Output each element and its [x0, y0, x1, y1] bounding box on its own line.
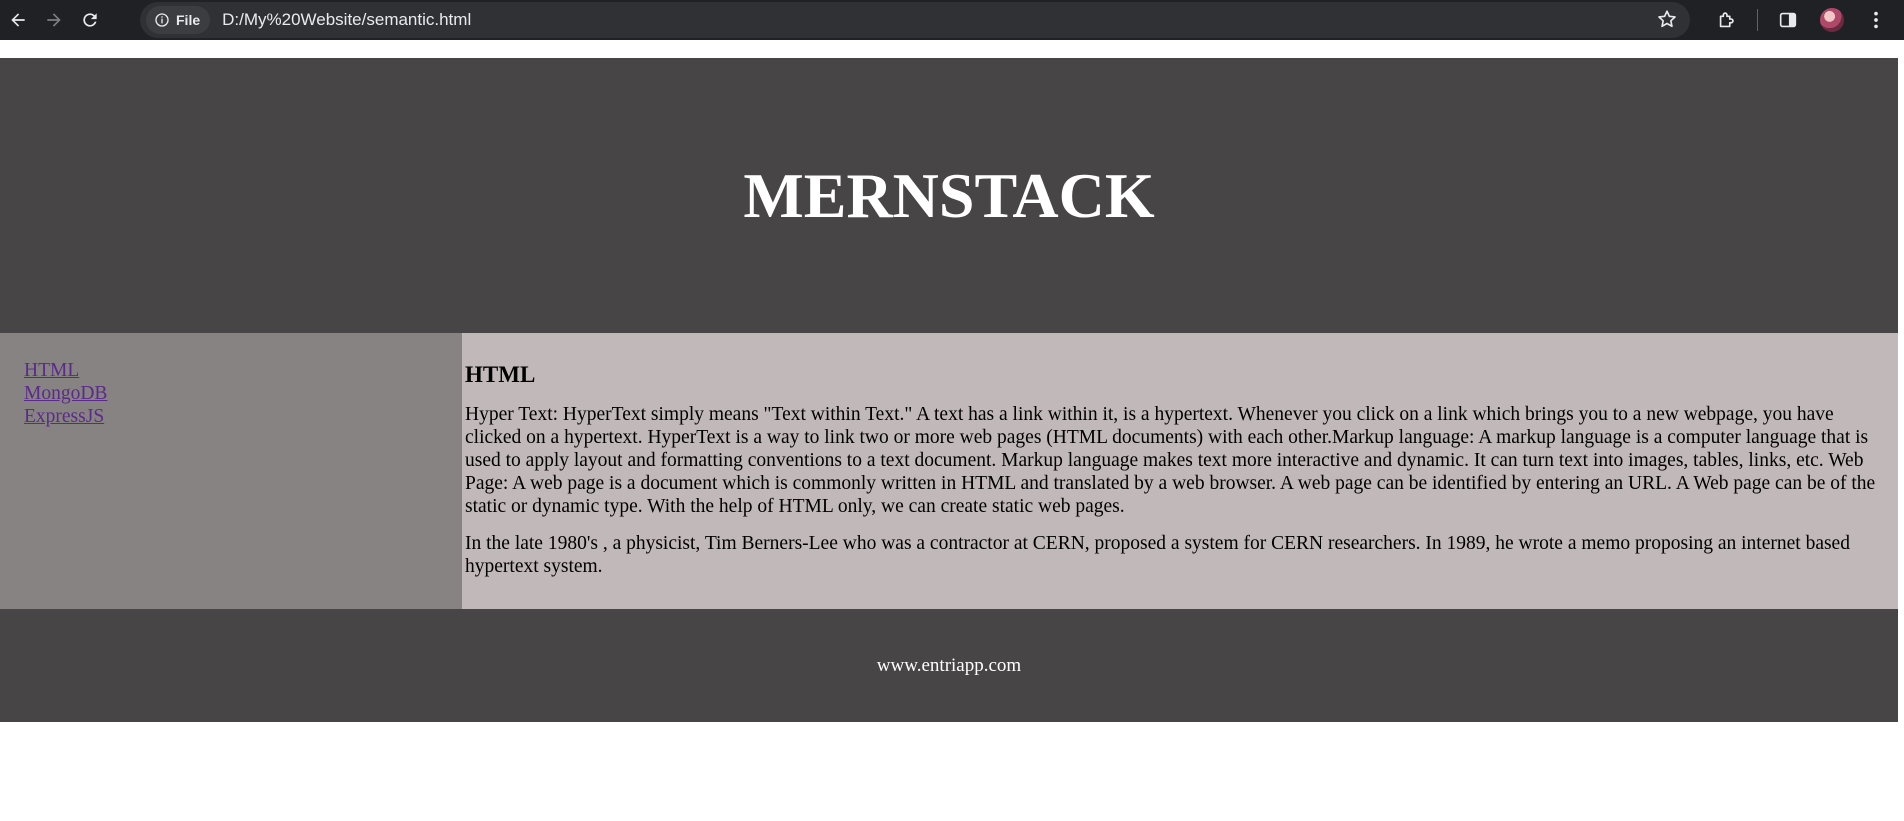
content-row: HTML MongoDB ExpressJS HTML Hyper Text: …: [0, 333, 1898, 609]
reload-button[interactable]: [72, 2, 108, 38]
more-vertical-icon: [1874, 11, 1878, 29]
sidebar-link-mongodb[interactable]: MongoDB: [24, 382, 462, 405]
back-button[interactable]: [0, 2, 36, 38]
puzzle-icon: [1719, 12, 1734, 28]
sidebar-nav: HTML MongoDB ExpressJS: [0, 333, 462, 609]
main-article: HTML Hyper Text: HyperText simply means …: [462, 333, 1898, 609]
site-chip-label: File: [176, 12, 201, 28]
page-content: MERNSTACK HTML MongoDB ExpressJS HTML Hy…: [0, 58, 1898, 722]
address-bar[interactable]: File D:/My%20Website/semantic.html: [140, 2, 1690, 38]
paragraph-history: In the late 1980's , a physicist, Tim Be…: [465, 533, 1850, 577]
paragraph-hypertext: Hyper Text: HyperText simply means "Text…: [465, 404, 1876, 517]
toolbar-right: [1705, 0, 1904, 40]
reload-icon: [83, 13, 97, 27]
side-panel-icon: [1779, 12, 1797, 28]
avatar: [1820, 8, 1844, 32]
url-text[interactable]: D:/My%20Website/semantic.html: [222, 10, 471, 30]
section-heading: HTML: [465, 362, 536, 387]
info-icon: [155, 13, 169, 27]
extensions-button[interactable]: [1705, 0, 1749, 40]
sidebar-link-html[interactable]: HTML: [24, 359, 462, 382]
arrow-right-icon: [47, 13, 61, 27]
footer-text: www.entriapp.com: [876, 654, 1022, 676]
menu-button[interactable]: [1854, 0, 1898, 40]
star-icon: [1658, 10, 1676, 28]
profile-button[interactable]: [1810, 0, 1854, 40]
toolbar-divider: [1757, 9, 1758, 31]
site-info-chip[interactable]: File: [146, 6, 211, 34]
sidebar-link-expressjs[interactable]: ExpressJS: [24, 405, 462, 428]
forward-button[interactable]: [36, 2, 72, 38]
arrow-left-icon: [11, 13, 25, 27]
bookmark-button[interactable]: [1656, 8, 1678, 35]
site-header: MERNSTACK: [0, 58, 1898, 333]
browser-toolbar: File D:/My%20Website/semantic.html: [0, 0, 1904, 40]
site-footer: www.entriapp.com: [0, 609, 1898, 722]
side-panel-button[interactable]: [1766, 0, 1810, 40]
page-title: MERNSTACK: [743, 159, 1155, 231]
